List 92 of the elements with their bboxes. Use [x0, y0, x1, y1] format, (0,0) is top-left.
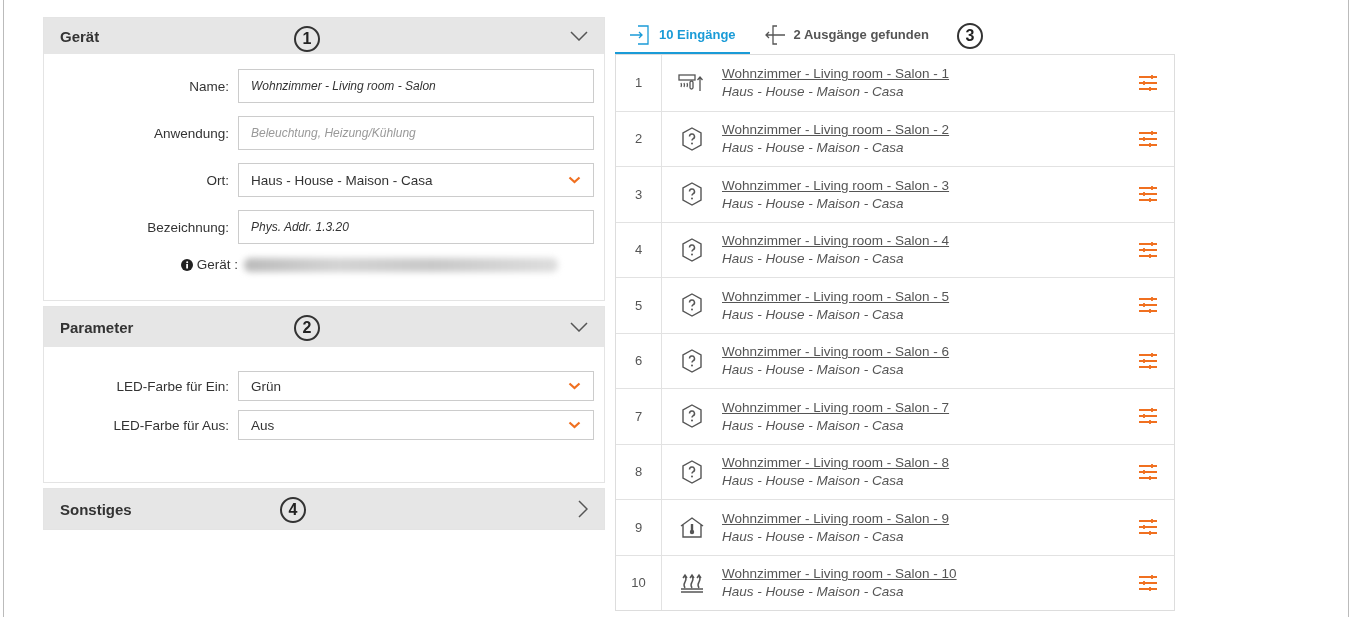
- arrow-into-bracket-icon: [629, 24, 651, 45]
- house-thermometer-icon: [679, 516, 705, 539]
- field-label: LED-Farbe für Aus:: [112, 417, 230, 433]
- question-hexagon-icon: [681, 126, 703, 151]
- location-text: Haus - House - Maison - Casa: [722, 417, 904, 433]
- field-label: Ort:: [205, 172, 230, 188]
- location-text: Haus - House - Maison - Casa: [722, 251, 904, 267]
- row-number: 1: [616, 55, 662, 111]
- row-number: 6: [616, 333, 662, 388]
- sliders-icon: [1138, 519, 1158, 536]
- sliders-icon: [1138, 574, 1158, 591]
- field-label: Anwendung:: [152, 125, 230, 141]
- sliders-icon: [1138, 297, 1158, 314]
- question-hexagon-icon: [681, 293, 703, 318]
- question-hexagon-icon: [681, 348, 703, 373]
- channel-link[interactable]: Wohnzimmer - Living room - Salon - 10: [722, 566, 957, 582]
- heater-thermometer-icon: [678, 72, 706, 93]
- caret-icon: [568, 176, 581, 184]
- location-text: Haus - House - Maison - Casa: [722, 140, 904, 156]
- location-text: Haus - House - Maison - Casa: [722, 528, 904, 544]
- arrow-out-bracket-icon: [763, 24, 786, 45]
- settings-button[interactable]: [1138, 408, 1158, 425]
- callout-number: 3: [956, 23, 983, 49]
- channel-link[interactable]: Wohnzimmer - Living room - Salon - 4: [722, 233, 950, 249]
- channel-link[interactable]: Wohnzimmer - Living room - Salon - 1: [722, 66, 950, 82]
- sliders-icon: [1138, 463, 1158, 480]
- location-text: Haus - House - Maison - Casa: [722, 306, 904, 322]
- section-header[interactable]: Parameter 2: [44, 307, 604, 347]
- location-text: Haus - House - Maison - Casa: [722, 362, 904, 378]
- field-label: Gerät :: [196, 257, 238, 272]
- question-hexagon-icon: [681, 404, 703, 429]
- question-hexagon-icon: [681, 182, 703, 207]
- callout-number: 4: [280, 497, 306, 523]
- location-text: Haus - House - Maison - Casa: [722, 84, 904, 100]
- row-number: 4: [616, 222, 662, 277]
- field-label: Bezeichnung:: [146, 219, 230, 235]
- location-text: Haus - House - Maison - Casa: [722, 195, 904, 211]
- callout-number: 1: [294, 26, 320, 52]
- section-header[interactable]: Sonstiges 4: [44, 489, 604, 529]
- channel-link[interactable]: Wohnzimmer - Living room - Salon - 9: [722, 510, 950, 526]
- select-field[interactable]: Haus - House - Maison - Casa: [238, 163, 594, 197]
- channel-link[interactable]: Wohnzimmer - Living room - Salon - 3: [722, 177, 950, 193]
- location-text: Haus - House - Maison - Casa: [722, 584, 904, 600]
- settings-button[interactable]: [1138, 241, 1158, 258]
- channel-link[interactable]: Wohnzimmer - Living room - Salon - 6: [722, 344, 950, 360]
- select-field[interactable]: Aus: [238, 410, 594, 440]
- sliders-icon: [1138, 130, 1158, 147]
- settings-button[interactable]: [1138, 297, 1158, 314]
- sliders-icon: [1138, 408, 1158, 425]
- row-number: 7: [616, 389, 662, 444]
- row-number: 9: [616, 500, 662, 555]
- sliders-icon: [1138, 241, 1158, 258]
- settings-button[interactable]: [1138, 74, 1158, 91]
- callout-number: 2: [294, 315, 320, 341]
- caret-icon: [568, 382, 581, 390]
- settings-button[interactable]: [1138, 186, 1158, 203]
- section-title: Sonstiges: [60, 500, 132, 518]
- question-hexagon-icon: [681, 459, 703, 484]
- settings-button[interactable]: [1138, 519, 1158, 536]
- input-field[interactable]: Phys. Addr. 1.3.20: [238, 210, 594, 244]
- sliders-icon: [1138, 74, 1158, 91]
- row-number: 8: [616, 444, 662, 499]
- channel-link[interactable]: Wohnzimmer - Living room - Salon - 5: [722, 288, 950, 304]
- chevron-right-icon[interactable]: [578, 500, 588, 518]
- section-header[interactable]: Gerät 1: [44, 18, 604, 54]
- settings-button[interactable]: [1138, 574, 1158, 591]
- info-icon: [180, 258, 193, 271]
- row-number: 2: [616, 111, 662, 166]
- chevron-down-icon[interactable]: [570, 31, 588, 41]
- question-hexagon-icon: [681, 237, 703, 262]
- section-title: Gerät: [60, 27, 100, 45]
- select-field[interactable]: Grün: [238, 371, 594, 401]
- settings-button[interactable]: [1138, 352, 1158, 369]
- floor-heating-icon: [679, 571, 705, 594]
- caret-icon: [568, 421, 581, 429]
- row-number: 5: [616, 278, 662, 333]
- settings-button[interactable]: [1138, 130, 1158, 147]
- input-field[interactable]: Wohnzimmer - Living room - Salon: [238, 69, 594, 103]
- channel-link[interactable]: Wohnzimmer - Living room - Salon - 8: [722, 455, 950, 471]
- row-number: 3: [616, 167, 662, 222]
- tab[interactable]: 2 Ausgänge gefunden: [749, 17, 943, 54]
- field-label: LED-Farbe für Ein:: [115, 378, 230, 394]
- sliders-icon: [1138, 352, 1158, 369]
- chevron-down-icon[interactable]: [570, 322, 588, 332]
- field-label: Name:: [188, 78, 230, 94]
- location-text: Haus - House - Maison - Casa: [722, 473, 904, 489]
- sliders-icon: [1138, 186, 1158, 203]
- section-title: Parameter: [60, 318, 134, 336]
- channel-link[interactable]: Wohnzimmer - Living room - Salon - 2: [722, 122, 950, 138]
- row-number: 10: [616, 555, 662, 610]
- channel-link[interactable]: Wohnzimmer - Living room - Salon - 7: [722, 399, 950, 415]
- settings-button[interactable]: [1138, 463, 1158, 480]
